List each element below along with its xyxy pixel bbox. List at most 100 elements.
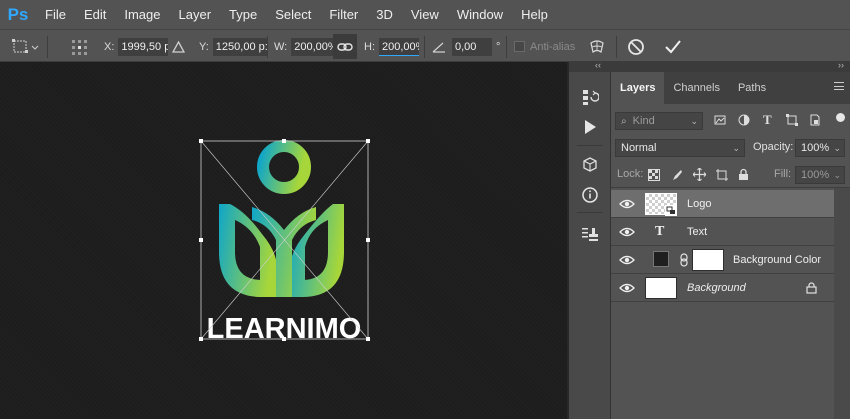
w-label: W:	[274, 40, 288, 53]
height-input[interactable]: 200,00%	[379, 37, 419, 56]
transform-tool-preset[interactable]	[6, 30, 40, 63]
handle-middle-left[interactable]	[199, 238, 203, 242]
commit-transform-button[interactable]	[664, 30, 682, 63]
lock-transparent-pixels-icon[interactable]	[648, 169, 660, 181]
reference-point-grid[interactable]	[70, 30, 88, 63]
filter-pixel-icon[interactable]	[714, 114, 726, 126]
filter-adjustment-icon[interactable]	[738, 114, 750, 126]
cube-icon	[583, 157, 597, 172]
panel-dock-icons	[569, 72, 611, 419]
layer-name[interactable]: Background	[687, 274, 746, 302]
menu-layer[interactable]: Layer	[170, 0, 221, 29]
actions-panel-button[interactable]	[578, 116, 602, 138]
menu-window[interactable]: Window	[448, 0, 512, 29]
layer-name[interactable]: Text	[687, 218, 707, 246]
handle-bottom-center[interactable]	[282, 337, 286, 341]
menu-filter[interactable]: Filter	[320, 0, 367, 29]
link-icon[interactable]	[680, 253, 688, 267]
menu-file[interactable]: File	[36, 0, 75, 29]
chevron-down-icon: ⌄	[732, 143, 740, 153]
clone-stamp-icon	[582, 228, 598, 241]
menu-type[interactable]: Type	[220, 0, 266, 29]
history-icon	[583, 90, 599, 105]
filter-toggle-icon[interactable]	[836, 113, 845, 122]
angle-input[interactable]: 0,00	[452, 37, 492, 56]
chevron-down-icon: ⌄	[833, 143, 841, 153]
layer-filter-kind[interactable]: ⌕ Kind ⌄	[615, 112, 703, 130]
tab-layers[interactable]: Layers	[611, 72, 665, 104]
menu-bar: Ps File Edit Image Layer Type Select Fil…	[0, 0, 850, 29]
angle-icon	[432, 42, 445, 53]
logo-head-ring	[257, 140, 311, 194]
menu-image[interactable]: Image	[115, 0, 169, 29]
handle-bottom-left[interactable]	[199, 337, 203, 341]
fill-value: 100%	[801, 169, 830, 181]
lock-icon	[806, 282, 817, 294]
history-panel-button[interactable]	[578, 86, 602, 108]
handle-middle-right[interactable]	[366, 238, 370, 242]
layer-thumbnail	[645, 277, 677, 299]
visibility-eye-icon[interactable]	[619, 254, 635, 266]
collapse-right-icon[interactable]: ››	[838, 60, 844, 70]
blend-mode-select[interactable]: Normal ⌄	[615, 139, 745, 157]
handle-top-center[interactable]	[282, 139, 286, 143]
filter-shape-icon[interactable]	[786, 114, 798, 126]
play-icon	[585, 120, 596, 134]
x-input[interactable]: 1999,50 p:	[118, 37, 169, 56]
tab-channels[interactable]: Channels	[664, 72, 728, 104]
h-label: H:	[364, 40, 375, 53]
visibility-eye-icon[interactable]	[619, 226, 635, 238]
transform-icon	[12, 38, 39, 53]
type-layer-icon: T	[655, 224, 665, 239]
fill-layer-thumbnail	[653, 251, 669, 267]
handle-top-left[interactable]	[199, 139, 203, 143]
visibility-eye-icon[interactable]	[619, 198, 635, 210]
clone-source-panel-button[interactable]	[578, 223, 602, 245]
layer-row-background[interactable]: Background	[611, 274, 834, 302]
lock-artboard-icon[interactable]	[716, 169, 728, 181]
menu-3d[interactable]: 3D	[367, 0, 402, 29]
menu-help[interactable]: Help	[512, 0, 557, 29]
relative-position-toggle[interactable]	[172, 30, 185, 63]
panel-tabs: Layers Channels Paths	[611, 72, 850, 104]
info-panel-button[interactable]	[578, 184, 602, 206]
filter-type-icon[interactable]: T	[763, 112, 772, 128]
menu-view[interactable]: View	[402, 0, 448, 29]
opacity-input[interactable]: 100% ⌄	[795, 139, 845, 157]
opacity-label: Opacity:	[753, 141, 794, 153]
logo-artwork[interactable]: LEARNIMO	[0, 62, 567, 419]
cancel-icon	[628, 38, 644, 55]
3d-panel-button[interactable]	[578, 154, 602, 176]
collapse-left-icon[interactable]: ‹‹	[595, 60, 601, 70]
layer-row-logo[interactable]: Logo	[611, 190, 834, 218]
layer-name[interactable]: Logo	[687, 190, 711, 218]
angle-unit: °	[496, 40, 501, 53]
smart-object-badge-icon	[665, 205, 677, 216]
visibility-eye-icon[interactable]	[619, 282, 635, 294]
menu-edit[interactable]: Edit	[75, 0, 115, 29]
lock-position-icon[interactable]	[693, 168, 706, 181]
layer-row-background-color[interactable]: Background Color	[611, 246, 834, 274]
chevron-down-icon: ⌄	[833, 170, 841, 180]
handle-top-right[interactable]	[366, 139, 370, 143]
cancel-transform-button[interactable]	[627, 30, 645, 63]
panel-scrollbar-track[interactable]	[834, 188, 850, 419]
layer-name[interactable]: Background Color	[733, 246, 821, 274]
link-proportions-button[interactable]	[333, 30, 357, 63]
filter-smart-object-icon[interactable]	[809, 114, 821, 126]
search-icon: ⌕	[621, 116, 627, 127]
lock-all-icon[interactable]	[738, 168, 749, 181]
layer-row-text[interactable]: T Text	[611, 218, 834, 246]
y-input[interactable]: 1250,00 p:	[212, 37, 267, 56]
menu-select[interactable]: Select	[266, 0, 320, 29]
fill-input[interactable]: 100% ⌄	[795, 166, 845, 184]
panel-menu-icon[interactable]	[834, 82, 844, 90]
handle-bottom-right[interactable]	[366, 337, 370, 341]
warp-mode-button[interactable]	[588, 30, 606, 63]
panel-collapse-strip: ‹‹ ››	[569, 60, 850, 72]
antialias-checkbox[interactable]	[514, 41, 525, 52]
tab-paths[interactable]: Paths	[729, 72, 775, 104]
width-input[interactable]: 200,00%	[291, 37, 336, 56]
lock-image-pixels-icon[interactable]	[671, 169, 683, 181]
document-canvas[interactable]: LEARNIMO	[0, 62, 567, 419]
